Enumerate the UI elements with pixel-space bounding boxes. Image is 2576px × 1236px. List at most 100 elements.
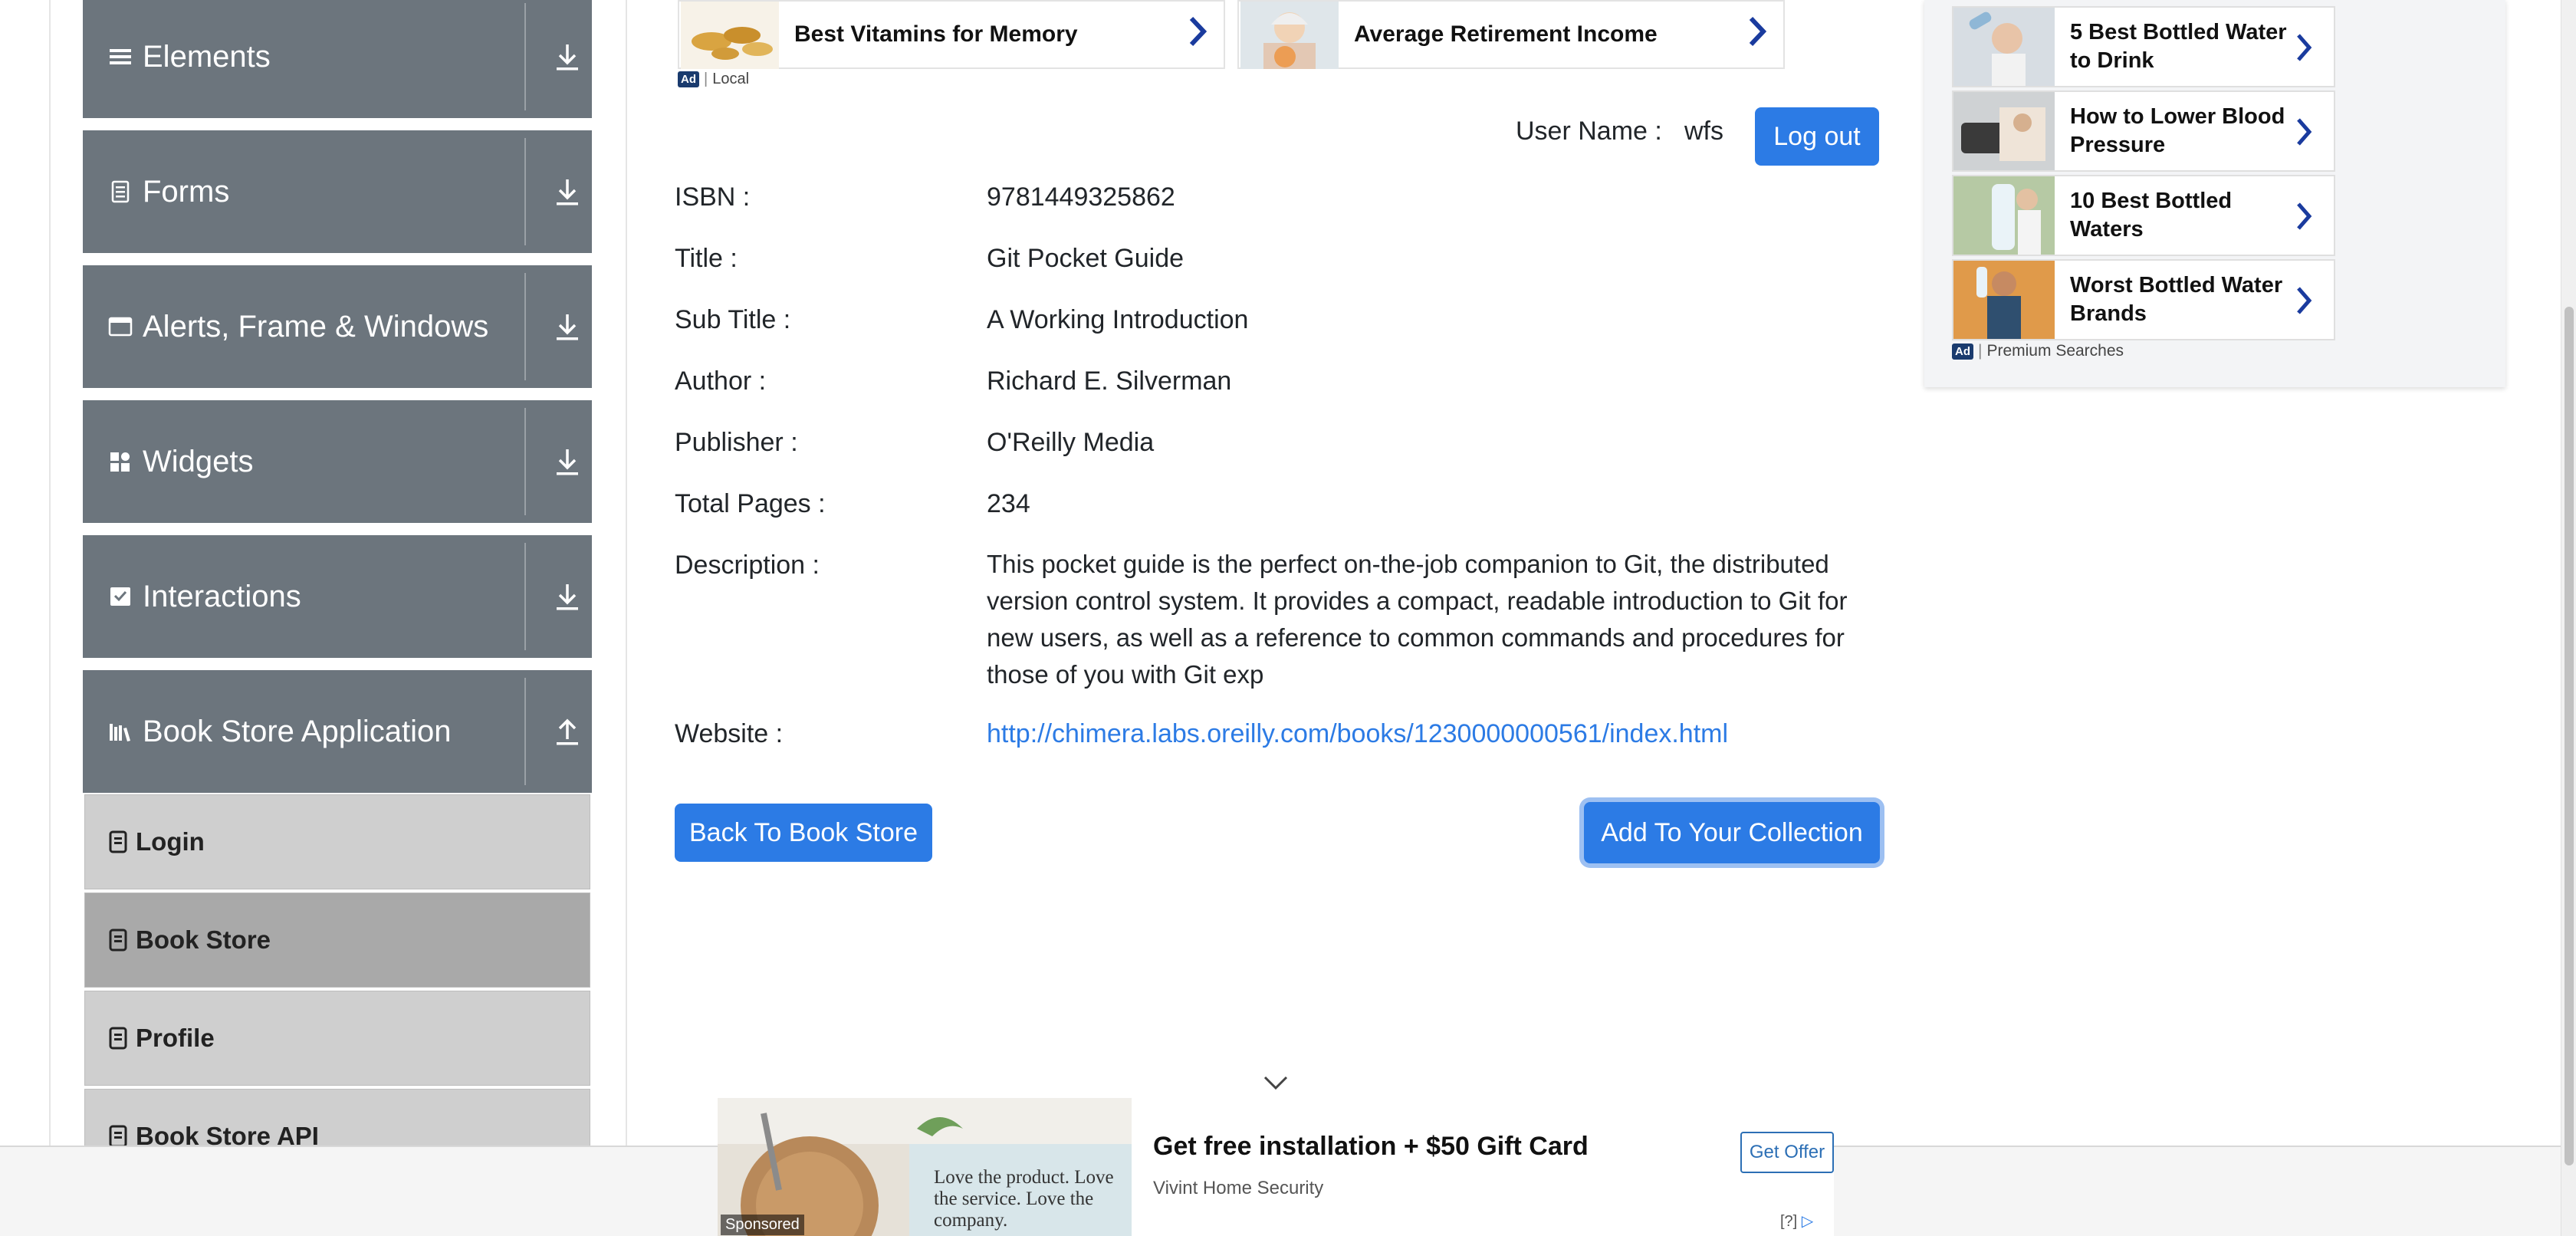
left-sidebar: Elements Forms Alerts, Frame & Windows W… xyxy=(49,0,627,1184)
title-label: Title : xyxy=(675,244,738,273)
document-icon xyxy=(108,929,128,952)
ad-headline: Average Retirement Income xyxy=(1354,21,1658,47)
right-ad-panel: 5 Best Bottled Water to Drink How to Low… xyxy=(1924,0,2505,387)
window-icon xyxy=(107,310,133,344)
ad-info-link[interactable]: [?] ▷ xyxy=(1780,1211,1813,1231)
ad-headline: How to Lower Blood Pressure xyxy=(2070,104,2285,157)
bottom-sponsored-ad[interactable]: Love the product. Love the service. Love… xyxy=(718,1098,1834,1236)
chevron-right-icon xyxy=(1743,12,1769,51)
subtitle-value: A Working Introduction xyxy=(987,305,1249,334)
logout-button[interactable]: Log out xyxy=(1755,107,1879,166)
description-value: This pocket guide is the perfect on-the-… xyxy=(987,550,1848,689)
ad-badge: Ad xyxy=(678,71,699,87)
books-icon xyxy=(107,715,133,748)
blood-pressure-thumbnail xyxy=(1953,92,2055,170)
adchoices-icon: ▷ xyxy=(1801,1213,1814,1230)
ad-attribution: Ad | Local xyxy=(678,71,749,88)
sidebar-item-label: Book Store xyxy=(136,925,271,954)
top-ad-card-retirement[interactable]: Average Retirement Income xyxy=(1237,0,1785,69)
publisher-value: O'Reilly Media xyxy=(987,428,1155,457)
divider xyxy=(524,408,526,515)
document-icon xyxy=(108,830,128,853)
publisher-label: Publisher : xyxy=(675,428,798,457)
hamburger-icon xyxy=(107,40,133,74)
top-ad-card-vitamins[interactable]: Best Vitamins for Memory xyxy=(678,0,1225,69)
total-pages-label: Total Pages : xyxy=(675,489,826,518)
sidebar-item-login[interactable]: Login xyxy=(84,794,590,889)
chevron-down-icon[interactable] xyxy=(1262,1073,1290,1092)
total-pages-value: 234 xyxy=(987,489,1030,518)
download-arrow-icon[interactable] xyxy=(552,443,583,480)
group-widgets[interactable]: Widgets xyxy=(83,400,592,523)
download-arrow-icon[interactable] xyxy=(552,38,583,75)
upload-arrow-icon[interactable] xyxy=(552,713,583,750)
ad-advertiser: Vivint Home Security xyxy=(1153,1178,1324,1198)
chevron-right-icon xyxy=(2292,31,2314,64)
water-drinking-thumbnail xyxy=(1953,8,2055,86)
group-interactions[interactable]: Interactions xyxy=(83,535,592,658)
form-icon xyxy=(107,175,133,209)
title-value: Git Pocket Guide xyxy=(987,244,1184,273)
group-title: Interactions xyxy=(143,580,301,613)
divider xyxy=(524,678,526,785)
group-title: Forms xyxy=(143,175,230,209)
right-ad-card[interactable]: 5 Best Bottled Water to Drink xyxy=(1952,6,2335,87)
back-to-book-store-button[interactable]: Back To Book Store xyxy=(675,804,932,862)
description-label: Description : xyxy=(675,551,820,580)
document-icon xyxy=(108,1027,128,1050)
author-value: Richard E. Silverman xyxy=(987,367,1232,396)
divider xyxy=(524,543,526,650)
divider xyxy=(524,273,526,380)
author-label: Author : xyxy=(675,367,767,396)
retirement-thumbnail xyxy=(1240,2,1339,69)
group-title: Book Store Application xyxy=(143,715,452,748)
sidebar-item-profile[interactable]: Profile xyxy=(84,991,590,1086)
ad-headline: Best Vitamins for Memory xyxy=(794,21,1078,47)
ad-headline: Worst Bottled Water Brands xyxy=(2070,273,2283,326)
vitamins-thumbnail xyxy=(681,2,779,69)
ad-source[interactable]: Local xyxy=(712,71,749,88)
right-ad-card[interactable]: Worst Bottled Water Brands xyxy=(1952,259,2335,340)
chevron-right-icon xyxy=(2292,199,2314,233)
vertical-scrollbar[interactable] xyxy=(2561,0,2576,1236)
group-title: Widgets xyxy=(143,445,254,478)
ad-quote: Love the product. Love the service. Love… xyxy=(934,1167,1114,1231)
download-arrow-icon[interactable] xyxy=(552,308,583,345)
website-link[interactable]: http://chimera.labs.oreilly.com/books/12… xyxy=(987,719,1728,749)
interactions-icon xyxy=(107,580,133,613)
ad-attribution: Ad | Premium Searches xyxy=(1952,342,2124,360)
group-title: Elements xyxy=(143,40,271,74)
sidebar-item-label: Login xyxy=(136,827,205,856)
ad-headline: Get free installation + $50 Gift Card xyxy=(1153,1132,1589,1161)
right-ad-card[interactable]: How to Lower Blood Pressure xyxy=(1952,90,2335,172)
ad-badge: Ad xyxy=(1952,343,1973,360)
bottled-waters-thumbnail xyxy=(1953,176,2055,255)
download-arrow-icon[interactable] xyxy=(552,173,583,210)
subtitle-label: Sub Title : xyxy=(675,305,791,334)
group-book-store-application[interactable]: Book Store Application xyxy=(83,670,592,793)
document-icon xyxy=(108,1125,128,1148)
ad-source[interactable]: Premium Searches xyxy=(1986,342,2124,360)
sidebar-item-book-store[interactable]: Book Store xyxy=(84,892,590,988)
water-brands-thumbnail xyxy=(1953,261,2055,339)
widgets-icon xyxy=(107,445,133,478)
group-title: Alerts, Frame & Windows xyxy=(143,310,489,344)
user-name-label: User Name : xyxy=(1516,117,1662,146)
download-arrow-icon[interactable] xyxy=(552,578,583,615)
add-to-collection-button[interactable]: Add To Your Collection xyxy=(1584,802,1880,863)
sponsored-label: Sponsored xyxy=(721,1215,804,1235)
user-name-value: wfs xyxy=(1684,117,1723,146)
isbn-value: 9781449325862 xyxy=(987,182,1175,212)
sidebar-item-label: Profile xyxy=(136,1024,215,1052)
divider xyxy=(524,138,526,245)
right-ad-card[interactable]: 10 Best Bottled Waters xyxy=(1952,175,2335,256)
get-offer-button[interactable]: Get Offer xyxy=(1740,1132,1834,1173)
group-alerts-frame-windows[interactable]: Alerts, Frame & Windows xyxy=(83,265,592,388)
group-forms[interactable]: Forms xyxy=(83,130,592,253)
website-label: Website : xyxy=(675,719,784,748)
divider xyxy=(524,3,526,110)
scrollbar-thumb[interactable] xyxy=(2564,307,2574,1165)
group-elements[interactable]: Elements xyxy=(83,0,592,118)
isbn-label: ISBN : xyxy=(675,182,751,212)
chevron-right-icon xyxy=(1184,12,1210,51)
